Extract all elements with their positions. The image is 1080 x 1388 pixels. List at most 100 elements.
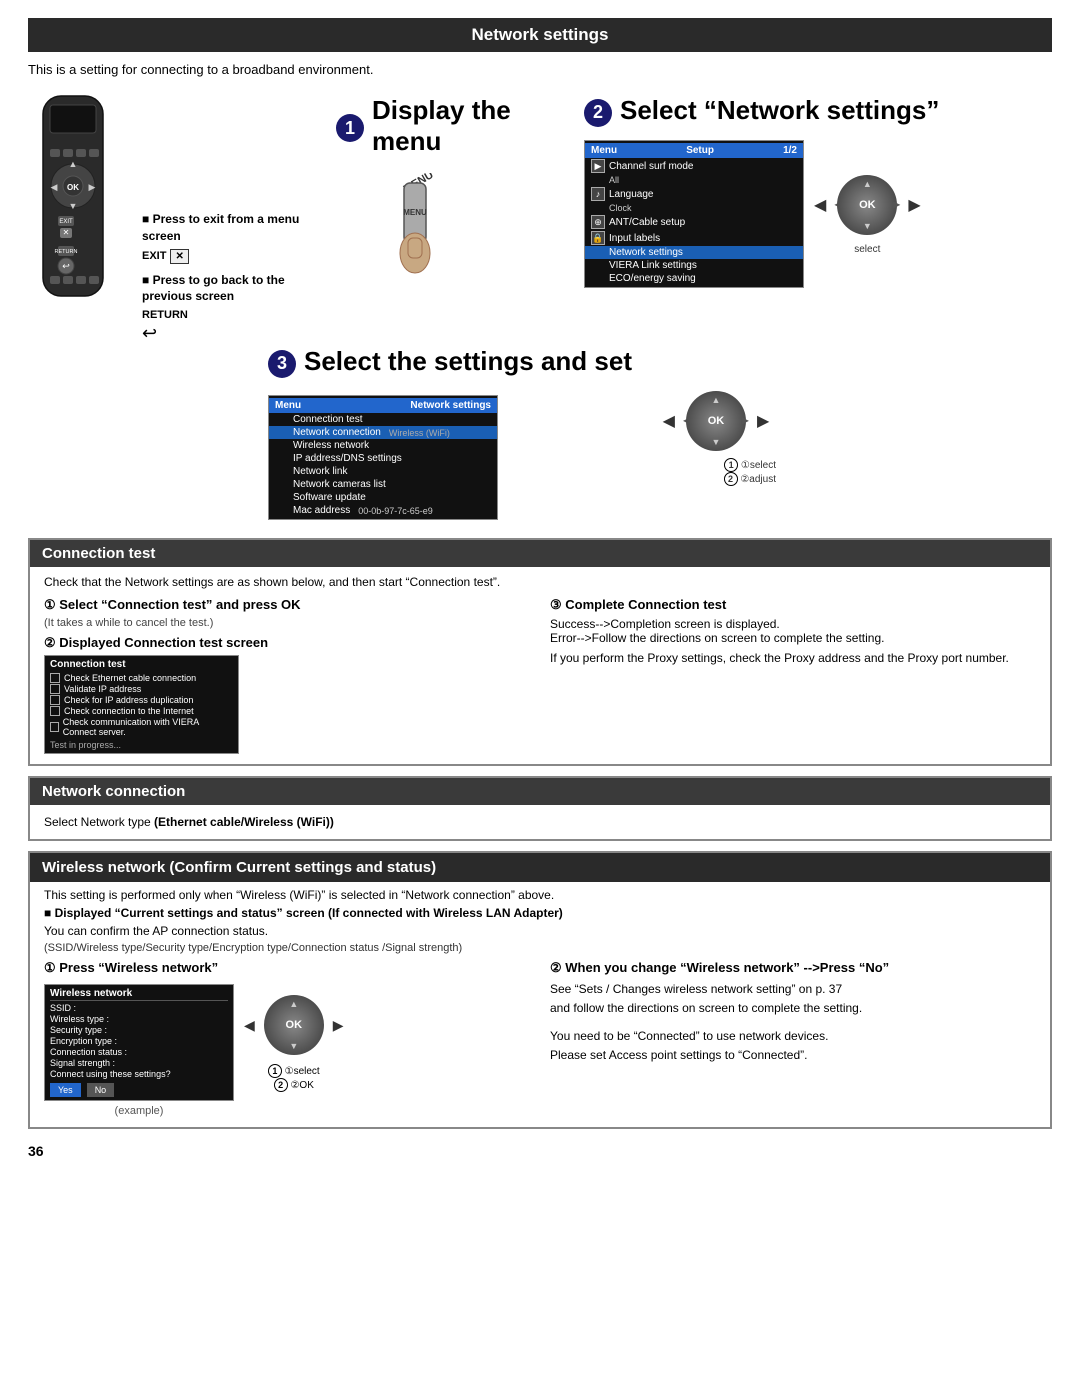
net-item-mac: Mac address 00-0b-97-7c-65-e9 [269, 504, 497, 517]
conn-step1-sub: (It takes a while to cancel the test.) [44, 617, 530, 629]
intro-text: This is a setting for connecting to a br… [28, 62, 1052, 77]
page-header: Network settings [28, 18, 1052, 52]
wireless-cols: ① Press “Wireless network” Wireless netw… [44, 960, 1036, 1117]
conn-progress: Test in progress... [50, 740, 233, 750]
conn-row-4: Check communication with VIERA Connect s… [50, 717, 233, 737]
step-2-heading-row: 2 Select “Network settings” [584, 95, 1052, 130]
conn-inner: Check that the Network settings are as s… [30, 575, 1050, 754]
select-arrow: ◀ ◀ OK ▶ ▶ [814, 170, 921, 240]
svg-text:MENU: MENU [403, 208, 427, 217]
conn-row-0: Check Ethernet cable connection [50, 673, 233, 683]
wl-ok-label: 2 ②OK [274, 1078, 314, 1092]
nav-ok-btn: OK [837, 175, 897, 235]
step3-arrow-right: ▶ [757, 411, 769, 431]
conn-complete-0: Success-->Completion screen is displayed… [550, 617, 1036, 665]
net-menu-header: Menu Network settings [269, 398, 497, 413]
menu-icon-1: ♪ [591, 187, 605, 201]
menu-item-viera: VIERA Link settings [585, 259, 803, 272]
exit-key-label: EXIT ✕ [142, 249, 322, 264]
wl-row-1: Wireless type : [50, 1014, 228, 1024]
step-3-row: 3 Select the settings and set Menu Netwo… [268, 346, 1052, 524]
remote-svg: MENU OK ▲ ▼ ◀ ▶ [28, 91, 118, 301]
conn-col-left: ① Select “Connection test” and press OK … [44, 597, 530, 754]
net-conn-text: Select Network type [44, 815, 154, 829]
wireless-note: This setting is performed only when “Wir… [44, 888, 1036, 902]
wl-row-3: Encryption type : [50, 1036, 228, 1046]
step-3-heading: 3 Select the settings and set Menu Netwo… [268, 346, 632, 520]
step3-arrow-left: ◀ [663, 411, 675, 431]
menu-header: Menu Setup 1/2 [585, 143, 803, 158]
conn-check-0 [50, 673, 60, 683]
network-connection-section: Network connection Select Network type (… [28, 776, 1052, 841]
wireless-col-right: ② When you change “Wireless network” -->… [550, 960, 1036, 1117]
conn-complete-title: ③ Complete Connection test [550, 597, 1036, 613]
page-number: 36 [28, 1143, 1052, 1159]
step-1-heading-row: 1 Display the menu [336, 95, 570, 161]
wireless-bold-note: ■ Displayed “Current settings and status… [44, 906, 1036, 920]
conn-step1-title: ① Select “Connection test” and press OK [44, 597, 530, 613]
menu-icon-2: ⊕ [591, 215, 605, 229]
page: Network settings This is a setting for c… [0, 0, 1080, 1177]
wireless-yes-btn[interactable]: Yes [50, 1083, 81, 1097]
step3-circle-1: 1 [724, 458, 738, 472]
menu-hand-svg: MENU MENU [376, 173, 456, 283]
conn-row-3: Check connection to the Internet [50, 706, 233, 716]
svg-text:▼: ▼ [69, 201, 78, 211]
wl-row-6: Connect using these settings? [50, 1069, 228, 1079]
svg-text:↩: ↩ [62, 261, 70, 271]
conn-row-1: Validate IP address [50, 684, 233, 694]
step-3-nav-row: ◀ ◀ OK ▶ ▶ [663, 386, 770, 456]
step-3-badge-row: 3 Select the settings and set [268, 346, 632, 381]
svg-text:▲: ▲ [69, 159, 78, 169]
menu-item-2: ⊕ ANT/Cable setup [585, 214, 803, 230]
step-1-row: MENU OK ▲ ▼ ◀ ▶ [28, 91, 1052, 344]
step-1-title: Display the menu [372, 95, 570, 157]
select-text: select [854, 244, 880, 255]
arrow-icon: ◀ [814, 195, 826, 215]
net-conn-header: Network connection [30, 778, 1050, 805]
conn-check-2 [50, 695, 60, 705]
step3-circle-2: 2 [724, 472, 738, 486]
return-icon: ↩ [142, 323, 322, 344]
wireless-step2-text: See “Sets / Changes wireless network set… [550, 980, 1036, 1065]
wl-circle-1: 1 [268, 1064, 282, 1078]
bullet-exit: ■ [142, 212, 153, 226]
wireless-col2-title: ② When you change “Wireless network” -->… [550, 960, 1036, 976]
step-2-title: Select “Network settings” [620, 95, 939, 126]
wl-select-label: 1 ①select [268, 1064, 320, 1078]
conn-row-2: Check for IP address duplication [50, 695, 233, 705]
conn-test-header: Connection test [30, 540, 1050, 567]
nav-ok-wrap: ◀ OK ▶ [832, 170, 902, 240]
wireless-col-left: ① Press “Wireless network” Wireless netw… [44, 960, 530, 1117]
menu-item-0: ▶ Channel surf mode [585, 158, 803, 174]
wireless-screen-title: Wireless network [50, 988, 228, 1001]
svg-text:RETURN: RETURN [55, 249, 78, 255]
step-1-left: ■ Press to exit from a menu screen EXIT … [142, 91, 322, 344]
wireless-ssid: (SSID/Wireless type/Security type/Encryp… [44, 942, 1036, 954]
arrow-icon-2: ▶ [908, 195, 920, 215]
wl-row-4: Connection status : [50, 1047, 228, 1057]
steps-area: MENU OK ▲ ▼ ◀ ▶ [28, 91, 1052, 524]
exit-press-note: ■ Press to exit from a menu screen [142, 211, 322, 245]
menu-item-3: 🔒 Input labels [585, 230, 803, 246]
wl-row-5: Signal strength : [50, 1058, 228, 1068]
svg-text:MENU: MENU [29, 187, 38, 211]
wireless-no-btn[interactable]: No [87, 1083, 115, 1097]
svg-text:EXIT: EXIT [59, 219, 73, 225]
conn-cols: ① Select “Connection test” and press OK … [44, 597, 1036, 754]
step3-nav-right: ▶ [741, 416, 749, 427]
svg-text:▶: ▶ [89, 182, 96, 192]
net-item-connection: Network connection Wireless (WiFi) [269, 426, 497, 439]
exit-key-box: ✕ [170, 249, 188, 264]
step-1-content: 1 Display the menu MENU MENU [336, 91, 570, 286]
step-2-content: 2 Select “Network settings” Menu Setup 1… [584, 91, 1052, 288]
net-item-ip: IP address/DNS settings [269, 452, 497, 465]
net-item-link: Network link [269, 465, 497, 478]
net-item-wireless: Wireless network [269, 439, 497, 452]
return-press-note: ■ Press to go back to the previous scree… [142, 272, 322, 306]
wireless-header: Wireless network (Confirm Current settin… [30, 853, 1050, 882]
net-conn-inner: Select Network type (Ethernet cable/Wire… [30, 811, 1050, 833]
wireless-btn-row: Yes No [50, 1083, 228, 1097]
bullet-return: ■ [142, 273, 153, 287]
wl-ok-btn: OK [264, 995, 324, 1055]
